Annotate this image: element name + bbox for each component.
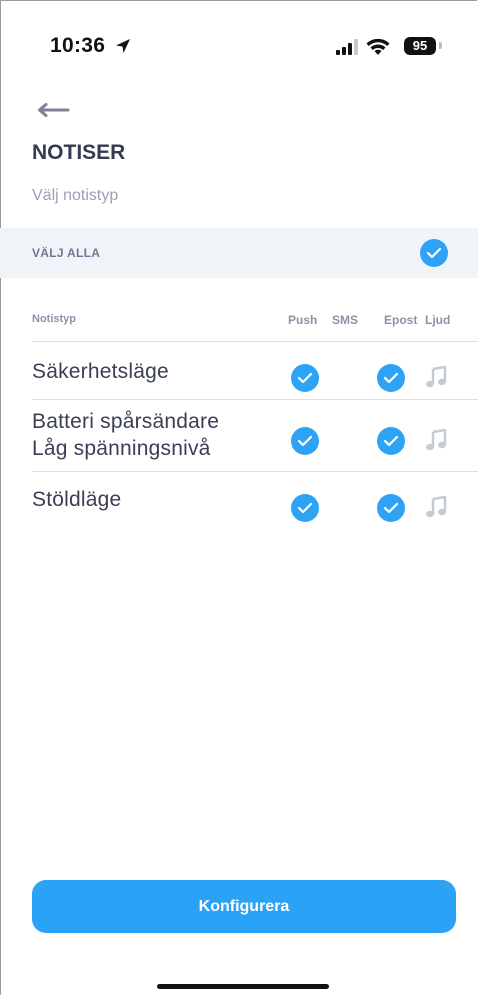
battery-indicator: 95 bbox=[404, 37, 436, 55]
configure-button[interactable]: Konfigurera bbox=[32, 880, 456, 933]
epost-checkbox[interactable] bbox=[377, 494, 405, 522]
push-checkbox[interactable] bbox=[291, 427, 319, 455]
back-arrow-icon[interactable] bbox=[36, 102, 70, 118]
checkmark-icon bbox=[383, 435, 399, 447]
status-time: 10:36 bbox=[50, 34, 106, 57]
checkmark-icon bbox=[426, 247, 442, 259]
notification-row: Säkerhetsläge bbox=[32, 341, 478, 400]
page-title: NOTISER bbox=[32, 141, 126, 164]
location-arrow-icon bbox=[116, 39, 130, 53]
select-all-label: VÄLJ ALLA bbox=[32, 246, 101, 260]
music-note-icon[interactable] bbox=[425, 429, 447, 451]
row-label: Säkerhetsläge bbox=[32, 360, 169, 383]
column-epost-label: Epost bbox=[384, 313, 418, 327]
battery-tip bbox=[439, 42, 442, 49]
music-note-icon[interactable] bbox=[425, 366, 447, 388]
checkmark-icon bbox=[383, 372, 399, 384]
column-ljud-label: Ljud bbox=[425, 313, 451, 327]
select-all-checkbox[interactable] bbox=[420, 239, 448, 267]
music-note-icon[interactable] bbox=[425, 496, 447, 518]
row-label: Batteri spårsändare bbox=[32, 410, 220, 433]
row-label-secondary: Låg spänningsnivå bbox=[32, 437, 211, 460]
page-subtitle: Välj notistyp bbox=[32, 187, 119, 204]
home-indicator[interactable] bbox=[157, 984, 329, 989]
status-bar: 10:36 95 bbox=[50, 34, 442, 60]
column-type-label: Notistyp bbox=[32, 313, 76, 325]
checkmark-icon bbox=[297, 372, 313, 384]
select-all-row[interactable]: VÄLJ ALLA bbox=[0, 228, 478, 278]
cellular-signal-icon bbox=[336, 39, 358, 55]
checkmark-icon bbox=[383, 502, 399, 514]
notification-row: Stöldläge bbox=[32, 471, 478, 532]
epost-checkbox[interactable] bbox=[377, 427, 405, 455]
push-checkbox[interactable] bbox=[291, 364, 319, 392]
epost-checkbox[interactable] bbox=[377, 364, 405, 392]
wifi-icon bbox=[366, 38, 390, 55]
checkmark-icon bbox=[297, 502, 313, 514]
row-label: Stöldläge bbox=[32, 488, 122, 511]
column-push-label: Push bbox=[288, 313, 318, 327]
column-header: Notistyp Push SMS Epost Ljud bbox=[0, 313, 478, 333]
push-checkbox[interactable] bbox=[291, 494, 319, 522]
checkmark-icon bbox=[297, 435, 313, 447]
notification-row: Batteri spårsändare Låg spänningsnivå bbox=[32, 399, 478, 472]
column-sms-label: SMS bbox=[332, 313, 359, 327]
